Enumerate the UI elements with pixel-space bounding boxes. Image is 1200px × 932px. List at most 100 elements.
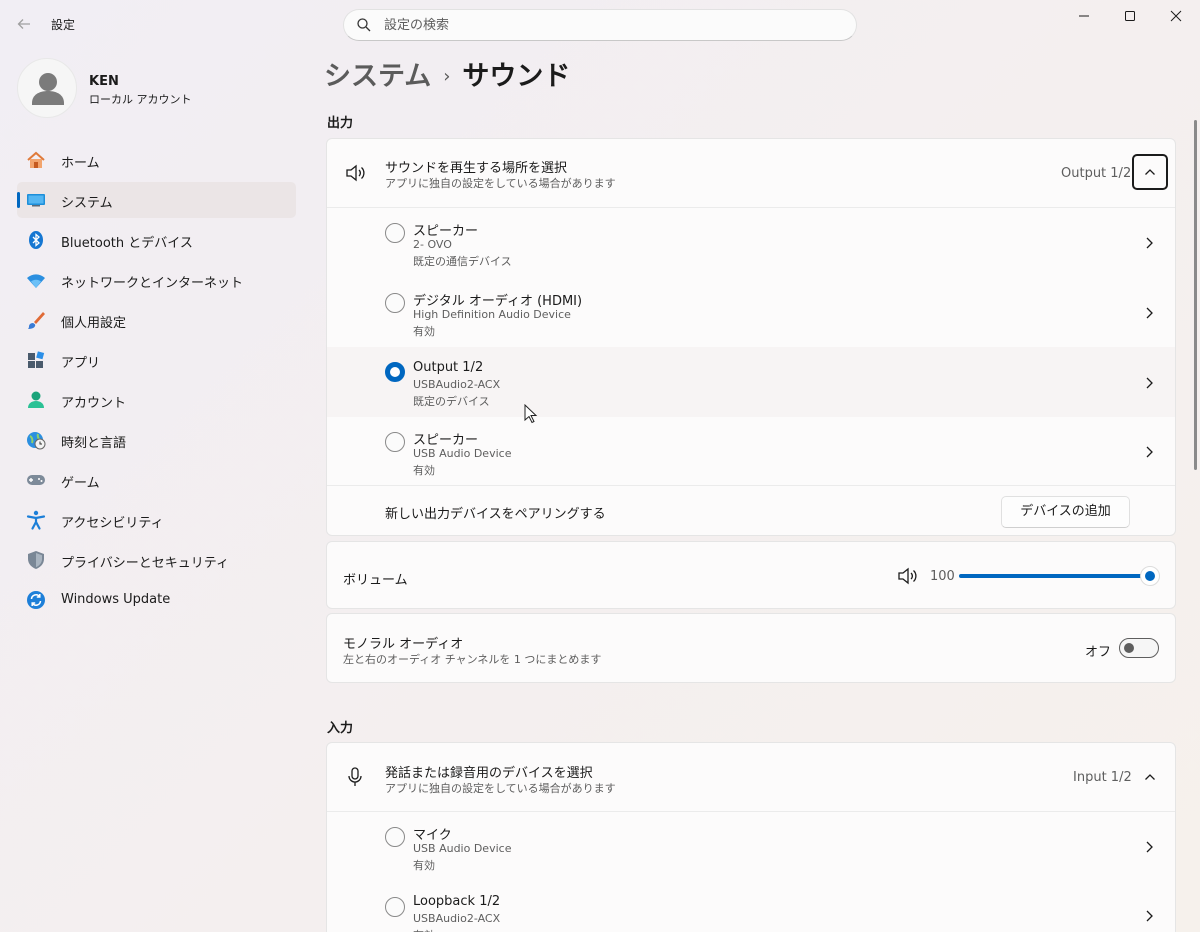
breadcrumb: システム › サウンド bbox=[324, 54, 570, 93]
privacy-shield-icon bbox=[28, 551, 44, 569]
device-radio[interactable] bbox=[385, 827, 405, 847]
maximize-button[interactable] bbox=[1107, 0, 1153, 32]
device-name: スピーカー bbox=[413, 433, 479, 448]
time-language-icon bbox=[27, 432, 46, 450]
sidebar-item-network[interactable]: ネットワークとインターネット bbox=[17, 262, 296, 298]
speaker-icon bbox=[346, 164, 365, 182]
sidebar-item-windows-update[interactable]: Windows Update bbox=[17, 582, 296, 618]
volume-label: ボリューム bbox=[343, 573, 408, 588]
sidebar-nav: ホーム システム Bluetooth とデバイス ネットワークとインターネット … bbox=[17, 142, 296, 622]
collapse-input-button[interactable] bbox=[1132, 759, 1168, 795]
account-icon bbox=[28, 391, 44, 408]
chevron-right-icon[interactable] bbox=[1141, 375, 1157, 391]
device-name: マイク bbox=[413, 828, 452, 843]
sidebar-item-accounts[interactable]: アカウント bbox=[17, 382, 296, 418]
sidebar-item-privacy[interactable]: プライバシーとセキュリティ bbox=[17, 542, 296, 578]
input-device-header[interactable]: 発話または録音用のデバイスを選択 アプリに独自の設定をしている場合があります I… bbox=[327, 743, 1175, 811]
mono-audio-toggle[interactable] bbox=[1119, 638, 1159, 658]
back-button[interactable] bbox=[12, 12, 36, 36]
gaming-icon bbox=[27, 475, 45, 485]
search-input[interactable] bbox=[384, 15, 844, 35]
chevron-right-icon[interactable] bbox=[1141, 839, 1157, 855]
chevron-right-icon[interactable] bbox=[1141, 444, 1157, 460]
sidebar-item-gaming[interactable]: ゲーム bbox=[17, 462, 296, 498]
input-device-item[interactable]: マイク USB Audio Device 有効 bbox=[327, 812, 1175, 882]
device-detail: USB Audio Device bbox=[413, 447, 512, 460]
sidebar-item-label: アクセシビリティ bbox=[61, 516, 164, 531]
output-device-item[interactable]: スピーカー USB Audio Device 有効 bbox=[327, 417, 1175, 485]
sidebar-item-label: プライバシーとセキュリティ bbox=[61, 556, 229, 571]
output-device-item[interactable]: スピーカー 2- OVO 既定の通信デバイス bbox=[327, 208, 1175, 277]
search-box[interactable] bbox=[343, 9, 857, 41]
microphone-icon bbox=[348, 767, 362, 786]
input-section-title: 入力 bbox=[327, 721, 354, 736]
sidebar-item-label: アプリ bbox=[61, 356, 101, 371]
mono-audio-title: モノラル オーディオ bbox=[343, 637, 464, 652]
sidebar-item-apps[interactable]: アプリ bbox=[17, 342, 296, 378]
output-device-item[interactable]: デジタル オーディオ (HDMI) High Definition Audio … bbox=[327, 277, 1175, 347]
device-name: デジタル オーディオ (HDMI) bbox=[413, 294, 583, 309]
apps-icon bbox=[28, 351, 45, 368]
selection-indicator bbox=[17, 192, 20, 208]
sidebar-item-label: 個人用設定 bbox=[61, 316, 127, 331]
device-status: 既定のデバイス bbox=[413, 395, 490, 408]
chevron-right-icon[interactable] bbox=[1141, 908, 1157, 924]
device-status: 有効 bbox=[413, 859, 435, 872]
volume-speaker-icon[interactable] bbox=[897, 566, 919, 586]
minimize-button[interactable] bbox=[1061, 0, 1107, 32]
sidebar-item-label: アカウント bbox=[61, 396, 127, 411]
search-icon bbox=[357, 18, 371, 32]
device-radio[interactable] bbox=[385, 432, 405, 452]
chevron-up-icon bbox=[1145, 774, 1155, 780]
pair-output-row: 新しい出力デバイスをペアリングする デバイスの追加 bbox=[327, 486, 1175, 536]
breadcrumb-parent[interactable]: システム bbox=[324, 61, 431, 92]
volume-card: ボリューム 100 bbox=[326, 541, 1176, 609]
output-section-title: 出力 bbox=[327, 116, 354, 131]
breadcrumb-separator: › bbox=[443, 66, 451, 87]
collapse-output-button[interactable] bbox=[1132, 154, 1168, 190]
chevron-right-icon[interactable] bbox=[1141, 235, 1157, 251]
sidebar-item-home[interactable]: ホーム bbox=[17, 142, 296, 178]
app-title: 設定 bbox=[51, 18, 76, 32]
sidebar-item-time-language[interactable]: 時刻と言語 bbox=[17, 422, 296, 458]
volume-value: 100 bbox=[930, 569, 955, 584]
back-arrow-icon bbox=[17, 19, 30, 29]
input-header-subtitle: アプリに独自の設定をしている場合があります bbox=[385, 782, 616, 795]
network-icon bbox=[27, 274, 45, 288]
selected-input-value: Input 1/2 bbox=[1073, 770, 1132, 785]
volume-slider-track[interactable] bbox=[959, 574, 1151, 578]
sidebar-item-label: ネットワークとインターネット bbox=[61, 276, 244, 291]
sidebar-item-accessibility[interactable]: アクセシビリティ bbox=[17, 502, 296, 538]
scrollbar-thumb[interactable] bbox=[1194, 120, 1197, 470]
output-device-header[interactable]: サウンドを再生する場所を選択 アプリに独自の設定をしている場合があります Out… bbox=[327, 139, 1175, 207]
device-status: 有効 bbox=[413, 927, 435, 932]
sidebar-item-personalization[interactable]: 個人用設定 bbox=[17, 302, 296, 338]
device-radio[interactable] bbox=[385, 293, 405, 313]
volume-slider-thumb[interactable] bbox=[1140, 566, 1160, 586]
device-radio-selected[interactable] bbox=[385, 362, 405, 382]
output-device-card: サウンドを再生する場所を選択 アプリに独自の設定をしている場合があります Out… bbox=[326, 138, 1176, 536]
maximize-icon bbox=[1125, 11, 1135, 21]
input-device-card: 発話または録音用のデバイスを選択 アプリに独自の設定をしている場合があります I… bbox=[326, 742, 1176, 932]
user-name: KEN bbox=[89, 74, 119, 89]
device-status: 有効 bbox=[413, 464, 435, 477]
device-radio[interactable] bbox=[385, 897, 405, 917]
close-button[interactable] bbox=[1153, 0, 1199, 32]
mono-toggle-state: オフ bbox=[1085, 645, 1112, 660]
avatar[interactable] bbox=[17, 58, 77, 118]
device-radio[interactable] bbox=[385, 223, 405, 243]
close-icon bbox=[1170, 10, 1182, 22]
add-device-button[interactable]: デバイスの追加 bbox=[1001, 496, 1130, 528]
input-header-title: 発話または録音用のデバイスを選択 bbox=[385, 766, 593, 781]
output-device-item[interactable]: Output 1/2 USBAudio2-ACX 既定のデバイス bbox=[327, 347, 1175, 417]
device-status: 既定の通信デバイス bbox=[413, 255, 512, 268]
user-avatar-icon bbox=[32, 73, 64, 105]
toggle-knob bbox=[1124, 643, 1134, 653]
chevron-right-icon[interactable] bbox=[1141, 305, 1157, 321]
sidebar-item-label: Windows Update bbox=[61, 592, 171, 607]
device-detail: USB Audio Device bbox=[413, 842, 512, 855]
sidebar-item-label: 時刻と言語 bbox=[61, 436, 127, 451]
sidebar-item-bluetooth[interactable]: Bluetooth とデバイス bbox=[17, 222, 296, 258]
sidebar-item-system[interactable]: システム bbox=[17, 182, 296, 218]
input-device-item[interactable]: Loopback 1/2 USBAudio2-ACX 有効 bbox=[327, 882, 1175, 932]
